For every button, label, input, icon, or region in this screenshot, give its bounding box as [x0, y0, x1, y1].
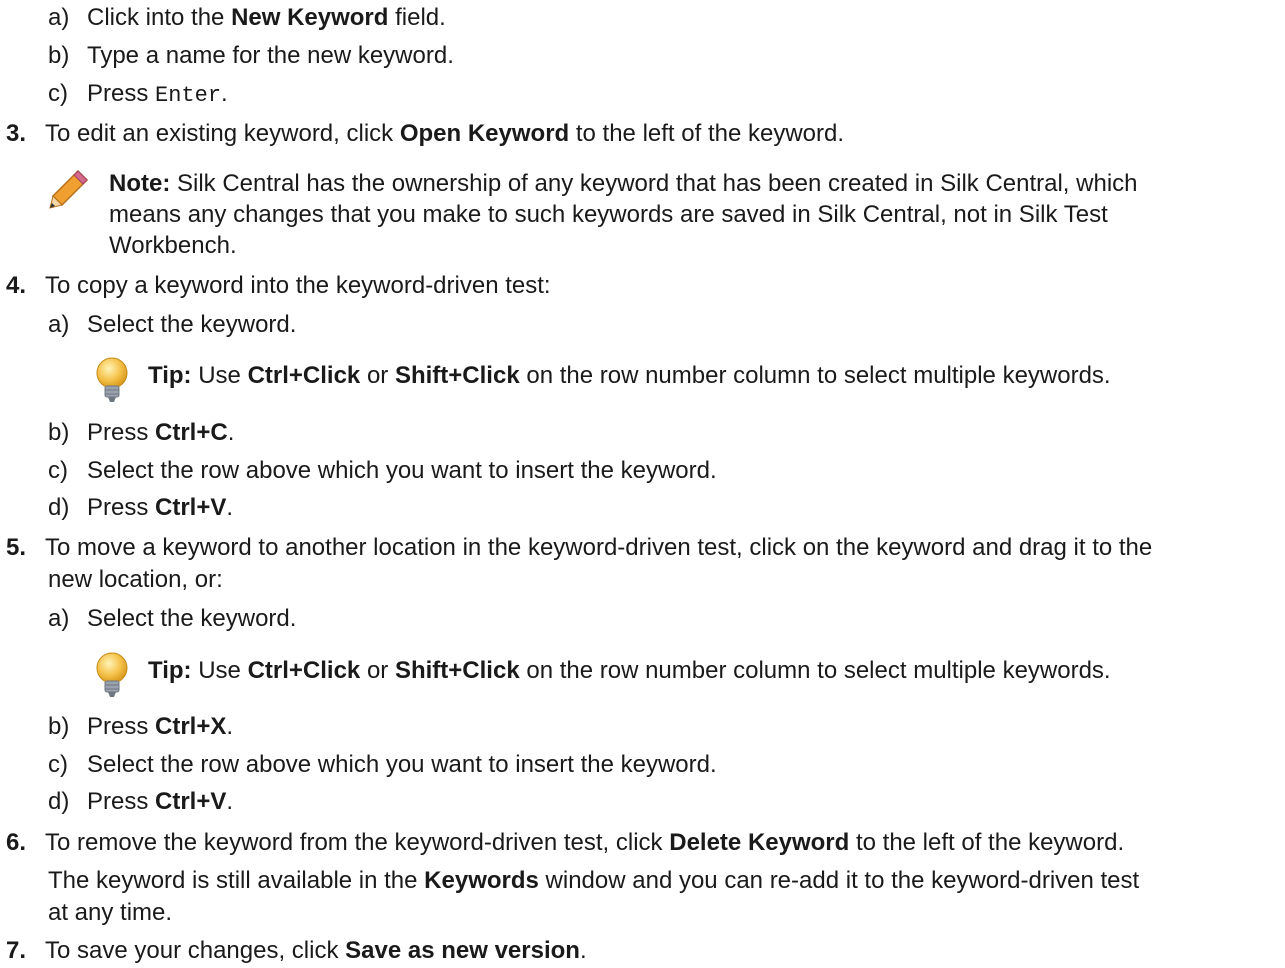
- pencil-icon: [49, 169, 89, 209]
- step-6-continuation-2: at any time.: [48, 899, 173, 926]
- substep-4d: d) Press Ctrl+V.: [48, 494, 234, 521]
- substep-click-new-keyword: a) Click into the New Keyword field.: [48, 4, 446, 31]
- lightbulb-icon: [96, 357, 128, 402]
- substep-press-enter: c) Press Enter.: [48, 80, 228, 108]
- step-4: 4. To copy a keyword into the keyword-dri…: [6, 272, 551, 299]
- substep-4c: c) Select the row above which you want to…: [48, 457, 717, 484]
- step-3: 3. To edit an existing keyword, click Ope…: [6, 120, 845, 147]
- step-7: 7. To save your changes, click Save as ne…: [6, 937, 587, 964]
- substep-4b: b) Press Ctrl+C.: [48, 419, 235, 446]
- note-line-3: Workbench.: [109, 232, 237, 259]
- step-6: 6. To remove the keyword from the keyword…: [6, 829, 1125, 856]
- tip-1: Tip: Use Ctrl+Click or Shift+Click on th…: [148, 362, 1111, 389]
- substep-4a: a) Select the keyword.: [48, 311, 297, 338]
- step-6-continuation-1: The keyword is still available in the Ke…: [48, 867, 1140, 894]
- document-page: a) Click into the New Keyword field. b) Ty…: [0, 0, 1285, 968]
- lightbulb-icon: [96, 652, 128, 697]
- step-5-line-1: 5. To move a keyword to another location …: [6, 534, 1153, 561]
- substep-5a: a) Select the keyword.: [48, 605, 297, 632]
- note-line-1: Note: Silk Central has the ownership of …: [109, 170, 1138, 197]
- substep-5b: b) Press Ctrl+X.: [48, 713, 234, 740]
- note-line-2: means any changes that you make to such …: [109, 201, 1108, 228]
- step-5-line-2: new location, or:: [48, 566, 223, 593]
- substep-5d: d) Press Ctrl+V.: [48, 788, 234, 815]
- substep-5c: c) Select the row above which you want to…: [48, 751, 717, 778]
- substep-type-name: b) Type a name for the new keyword.: [48, 42, 454, 69]
- tip-2: Tip: Use Ctrl+Click or Shift+Click on th…: [148, 657, 1111, 684]
